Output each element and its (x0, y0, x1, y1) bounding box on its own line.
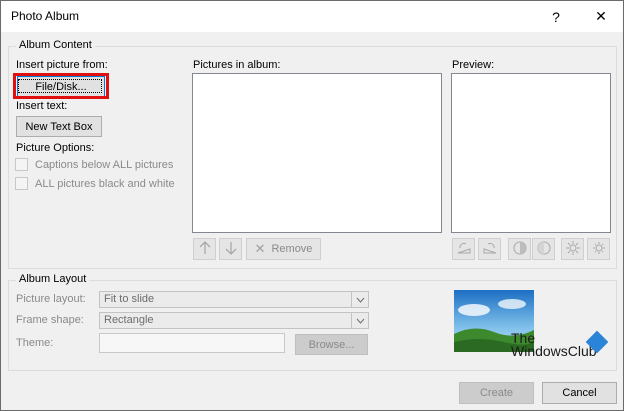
insert-picture-from-label: Insert picture from: (16, 59, 108, 71)
file-disk-highlight (13, 73, 109, 99)
help-button[interactable]: ? (534, 1, 578, 32)
create-button[interactable]: Create (459, 382, 534, 404)
cancel-button[interactable]: Cancel (542, 382, 617, 404)
preview-label: Preview: (452, 59, 495, 71)
move-up-button[interactable] (193, 238, 216, 260)
remove-button[interactable]: ✕ Remove (246, 238, 321, 260)
insert-text-label: Insert text: (16, 100, 68, 112)
frame-shape-select[interactable]: Rectangle (99, 312, 369, 329)
picture-layout-label: Picture layout: (16, 293, 86, 305)
rotate-left-icon (456, 241, 472, 258)
album-layout-legend: Album Layout (16, 273, 90, 285)
down-arrow-icon (225, 241, 237, 258)
rotate-right-button[interactable] (478, 238, 501, 260)
rotate-right-icon (482, 241, 498, 258)
increase-contrast-icon (512, 240, 528, 259)
photo-album-dialog: Photo Album ? ✕ Album Content Insert pic… (0, 0, 624, 411)
picture-layout-select[interactable]: Fit to slide (99, 291, 369, 308)
close-button[interactable]: ✕ (579, 1, 623, 32)
remove-x-icon: ✕ (254, 241, 266, 256)
chevron-down-icon (351, 313, 368, 328)
new-text-box-button[interactable]: New Text Box (16, 116, 102, 137)
windowsclub-watermark: The WindowsClub (511, 331, 597, 359)
black-white-checkbox[interactable] (15, 177, 28, 190)
black-white-option-label: ALL pictures black and white (35, 178, 175, 190)
frame-shape-value: Rectangle (104, 314, 154, 326)
decrease-contrast-icon (536, 240, 552, 259)
chevron-down-icon (351, 292, 368, 307)
increase-contrast-button[interactable] (508, 238, 531, 260)
rotate-left-button[interactable] (452, 238, 475, 260)
frame-shape-label: Frame shape: (16, 314, 84, 326)
move-down-button[interactable] (219, 238, 242, 260)
decrease-brightness-icon (591, 240, 607, 259)
captions-checkbox[interactable] (15, 158, 28, 171)
picture-layout-value: Fit to slide (104, 293, 155, 305)
captions-option-label: Captions below ALL pictures (35, 159, 174, 171)
decrease-brightness-button[interactable] (587, 238, 610, 260)
watermark-line-2: WindowsClub (511, 343, 597, 359)
increase-brightness-icon (565, 240, 581, 259)
remove-button-label: Remove (271, 243, 313, 255)
title-bar: Photo Album ? ✕ (1, 1, 623, 32)
preview-box (451, 73, 611, 233)
theme-label: Theme: (16, 337, 54, 349)
dialog-title: Photo Album (11, 9, 80, 23)
album-content-legend: Album Content (16, 39, 95, 51)
browse-button[interactable]: Browse... (295, 334, 368, 355)
decrease-contrast-button[interactable] (532, 238, 555, 260)
picture-options-label: Picture Options: (16, 142, 95, 154)
up-arrow-icon (199, 240, 211, 258)
pictures-in-album-list[interactable] (192, 73, 442, 233)
increase-brightness-button[interactable] (561, 238, 584, 260)
pictures-in-album-label: Pictures in album: (193, 59, 281, 71)
theme-input[interactable] (99, 333, 285, 353)
